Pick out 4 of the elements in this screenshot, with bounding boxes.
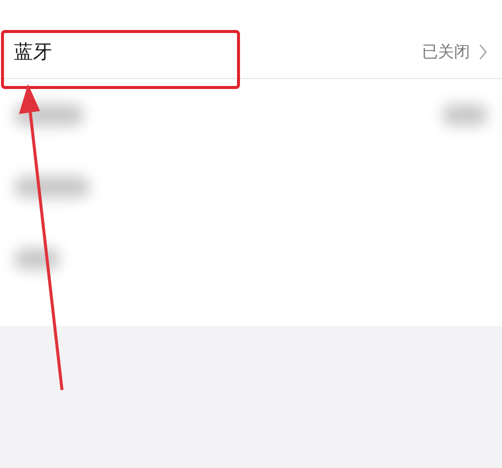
bluetooth-row[interactable]: 蓝牙 已关闭 <box>0 26 502 79</box>
chevron-icon <box>478 43 488 61</box>
status-text: 已关闭 <box>422 42 470 62</box>
row-label: 蓝牙 <box>14 40 52 65</box>
